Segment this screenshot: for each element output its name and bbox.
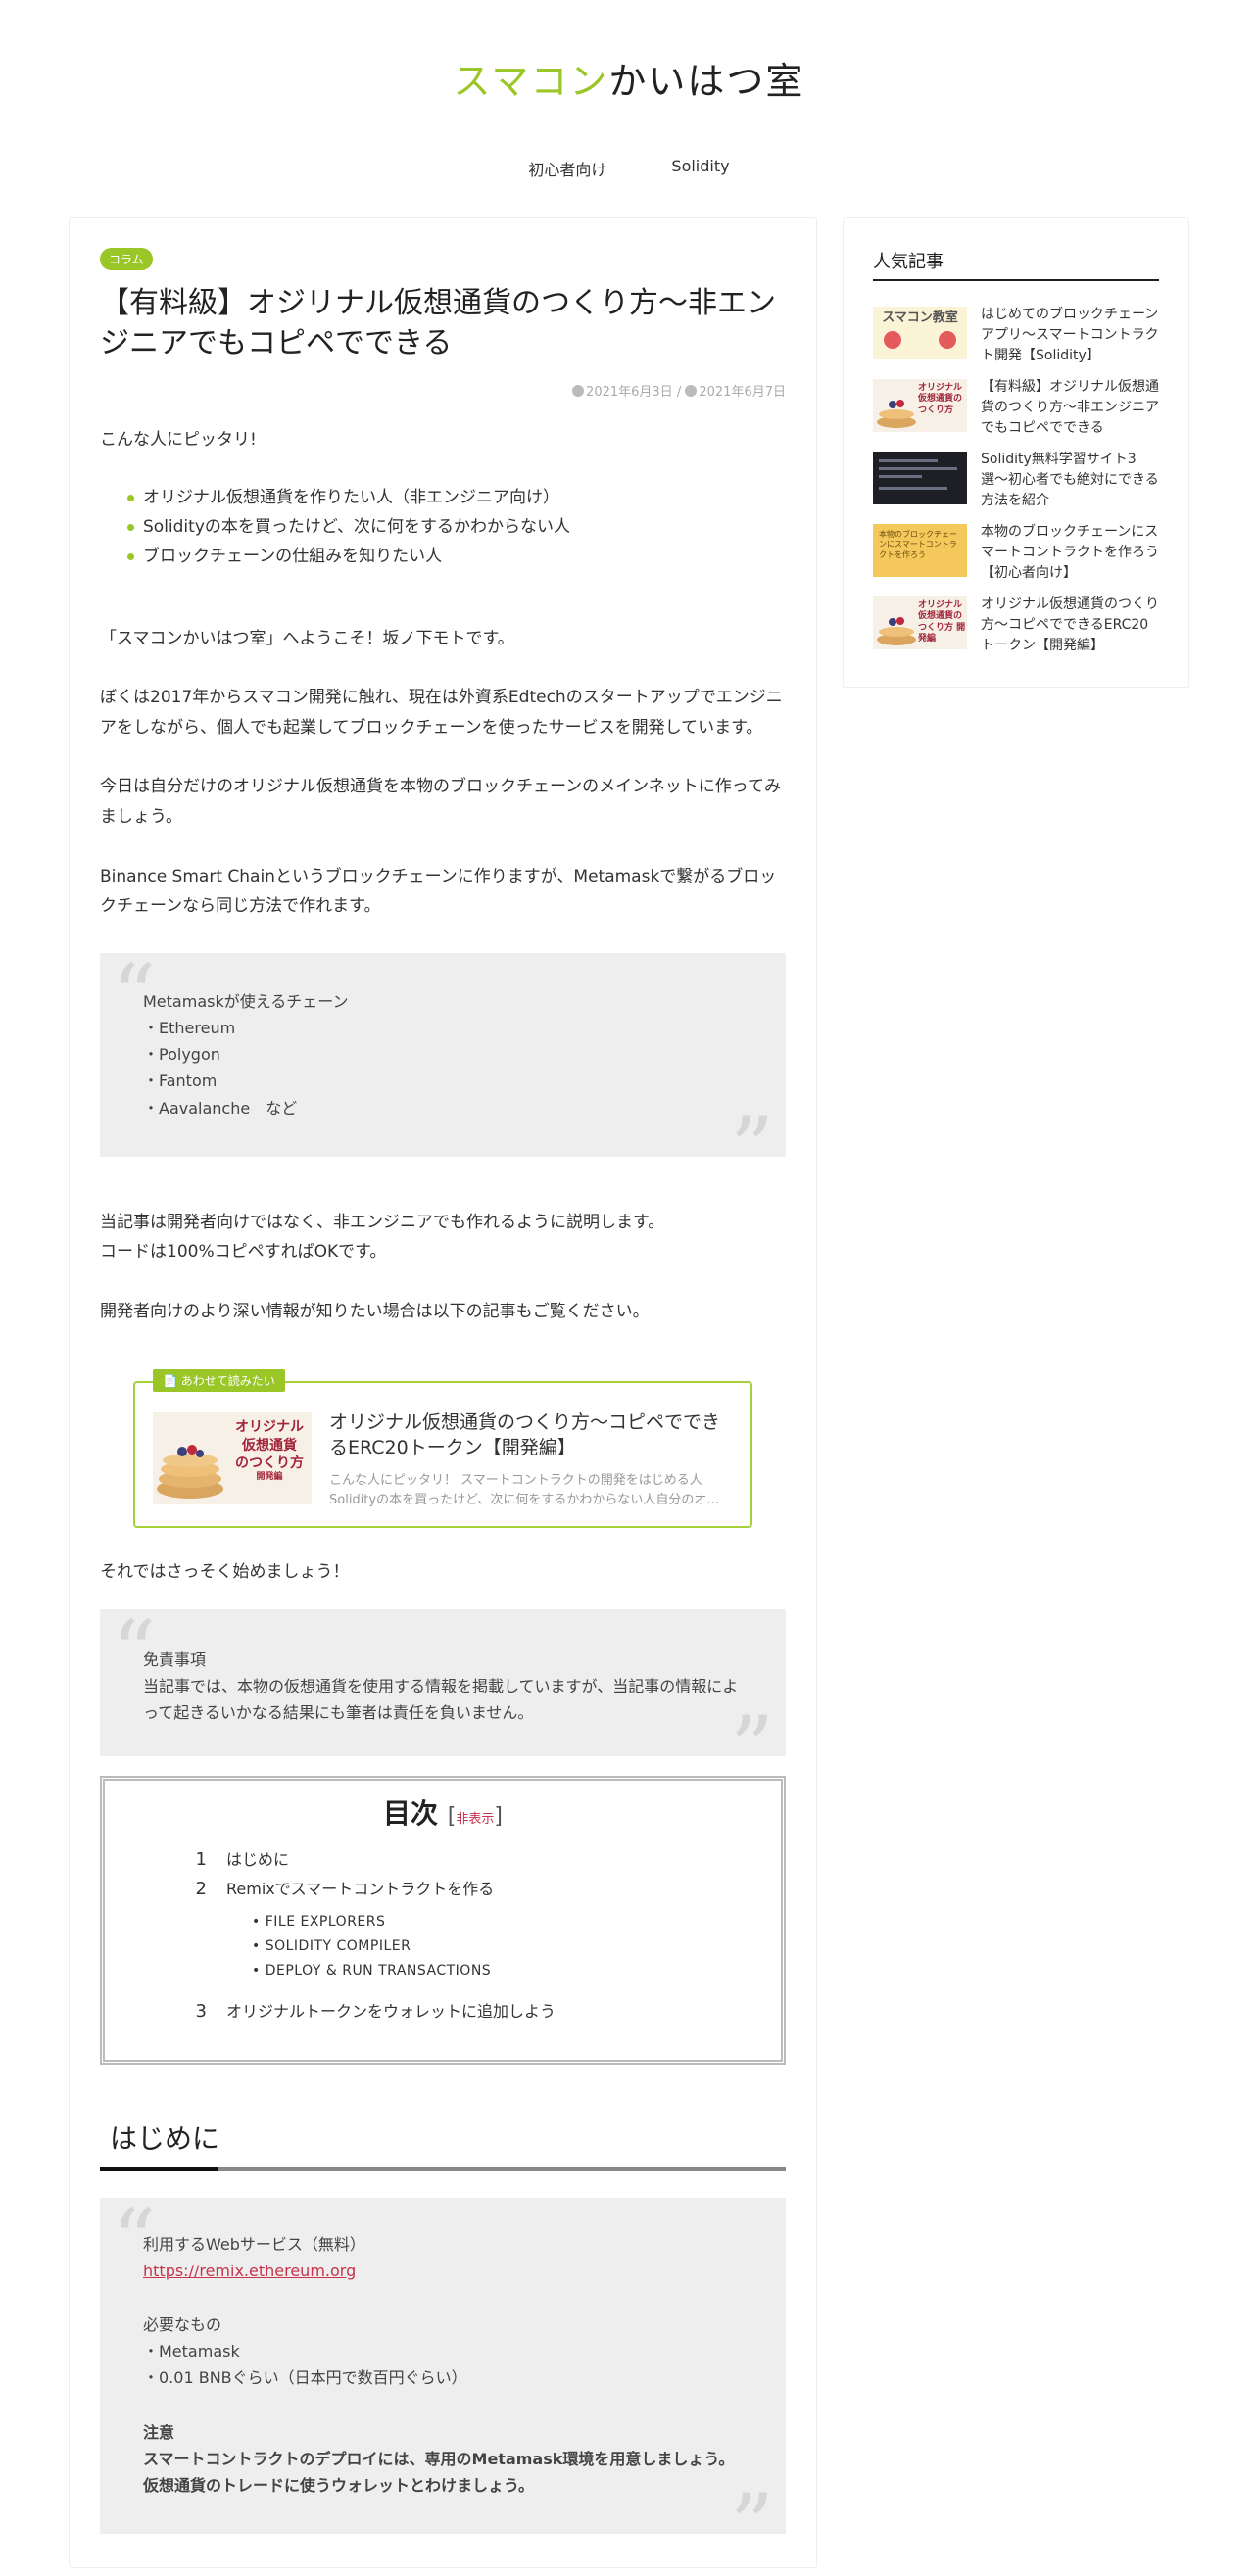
toc-title: 目次	[383, 1796, 439, 1830]
popular-thumbnail[interactable]: オリジナル仮想通貨のつくり方 開発編	[873, 596, 967, 649]
site-title-rest[interactable]: かいはつ室	[608, 60, 804, 103]
popular-item[interactable]: オリジナル仮想通貨のつくり方 開発編 オリジナル仮想通貨のつくり方〜コピペででき…	[873, 596, 1159, 653]
popular-thumbnail[interactable]: スマコン教室	[873, 307, 967, 359]
nav-item-solidity[interactable]: Solidity	[671, 157, 729, 180]
blockquote-disclaimer: “ 免責事項 当記事では、本物の仮想通貨を使用する情報を掲載していますが、当記事…	[100, 1601, 786, 1790]
thumb-text: オリジナル仮想通貨のつくり方	[918, 383, 963, 415]
list-item: オリジナル仮想通貨を作りたい人（非エンジニア向け）	[127, 483, 786, 512]
quote-close-icon: ”	[730, 1097, 774, 1199]
popular-item[interactable]: スマコン教室 はじめてのブロックチェーンアプリ〜スマートコントラクト開発【Sol…	[873, 307, 1159, 363]
service-label: 利用するWebサービス（無料）	[143, 2234, 365, 2254]
quote-open-icon: “	[112, 2189, 156, 2291]
toc-subitem[interactable]: FILE EXPLORERS	[252, 1910, 781, 1934]
blockquote-chains: “ Metamaskが使えるチェーン ・Ethereum ・Polygon ・F…	[100, 944, 786, 1191]
paragraph: コードは100%コピペすればOKです。	[100, 1242, 387, 1263]
thumb-text: のつくり方	[235, 1455, 304, 1471]
popular-item-title[interactable]: Solidity無料学習サイト3選〜初心者でも絶対にできる方法を紹介	[981, 450, 1159, 511]
related-title[interactable]: オリジナル仮想通貨のつくり方〜コピペでできるERC20トークン【開発編】	[329, 1410, 733, 1460]
related-thumbnail[interactable]: オリジナル 仮想通貨 のつくり方 開発編	[153, 1412, 312, 1505]
popular-title: 人気記事	[873, 248, 1159, 281]
thumb-text: 本物のブロックチェーンにスマートコントラクトを作ろう	[879, 530, 957, 559]
related-label: 📄 あわせて読みたい	[153, 1369, 285, 1393]
thumb-text: オリジナル仮想通貨のつくり方 開発編	[918, 600, 966, 644]
paragraph: それではさっそく始めましょう！	[100, 1562, 350, 1583]
popular-item-title[interactable]: はじめてのブロックチェーンアプリ〜スマートコントラクト開発【Solidity】	[981, 305, 1159, 366]
sidebar: 人気記事 スマコン教室 はじめてのブロックチェーンアプリ〜スマートコントラクト開…	[843, 217, 1189, 688]
thumb-text: 仮想通貨	[242, 1437, 297, 1454]
paragraph: 今日は自分だけのオリジナル仮想通貨を本物のブロックチェーンのメインネットに作って…	[100, 777, 781, 827]
needs-item: ・0.01 BNBぐらい（日本円で数百円ぐらい）	[143, 2368, 467, 2388]
target-list: オリジナル仮想通貨を作りたい人（非エンジニア向け） Solidityの本を買った…	[100, 483, 786, 571]
nav-item-beginners[interactable]: 初心者向け	[528, 157, 606, 180]
updated-date: 2021年6月7日	[699, 385, 786, 400]
quote-close-icon: ”	[730, 2475, 774, 2576]
paragraph: 開発者向けのより深い情報が知りたい場合は以下の記事もご覧ください。	[100, 1301, 650, 1321]
toc-toggle[interactable]: 非表示	[456, 1812, 494, 1827]
thumb-text: スマコン教室	[882, 310, 958, 325]
note-body: スマートコントラクトのデプロイには、専用のMetamask環境を用意しましょう。…	[143, 2449, 735, 2495]
quote-line: ・Aavalanche など	[143, 1098, 298, 1118]
popular-item-title[interactable]: オリジナル仮想通貨のつくり方〜コピペでできるERC20トークン【開発編】	[981, 595, 1159, 656]
toc-item[interactable]: 1 はじめに	[173, 1845, 781, 1875]
note-label: 注意	[143, 2422, 175, 2442]
category-badge[interactable]: コラム	[100, 248, 153, 270]
disclaimer-body: 当記事では、本物の仮想通貨を使用する情報を掲載していますが、当記事の情報によって…	[143, 1677, 739, 1723]
thumb-text: 開発編	[256, 1472, 283, 1483]
paragraph: ぼくは2017年からスマコン開発に触れ、現在は外資系Edtechのスタートアップ…	[100, 688, 783, 738]
article-dates: 2021年6月3日 / 2021年6月7日	[100, 381, 786, 400]
site-title-accent[interactable]: スマコン	[454, 60, 609, 103]
paragraph: 「スマコンかいはつ室」へようこそ！坂ノ下モトです。	[100, 628, 514, 648]
paragraph: Binance Smart Chainというブロックチェーンに作りますが、Met…	[100, 866, 777, 917]
popular-item-title[interactable]: 【有料級】オジリナル仮想通貨のつくり方〜非エンジニアでもコピペでできる	[981, 377, 1159, 439]
refresh-icon	[685, 385, 698, 397]
toc-sublist: FILE EXPLORERS SOLIDITY COMPILER DEPLOY …	[105, 1910, 781, 1983]
intro-text: こんな人にピッタリ!	[100, 430, 257, 450]
needs-item: ・Metamask	[143, 2342, 240, 2361]
popular-thumbnail[interactable]: 本物のブロックチェーンにスマートコントラクトを作ろう	[873, 524, 967, 577]
remix-link[interactable]: https://remix.ethereum.org	[143, 2262, 356, 2280]
needs-label: 必要なもの	[143, 2315, 222, 2334]
popular-thumbnail[interactable]: オリジナル仮想通貨のつくり方	[873, 379, 967, 432]
list-item: Solidityの本を買ったけど、次に何をするかわからない人	[127, 512, 786, 542]
popular-item[interactable]: オリジナル仮想通貨のつくり方 【有料級】オジリナル仮想通貨のつくり方〜非エンジニ…	[873, 379, 1159, 436]
quote-line: Metamaskが使えるチェーン	[143, 991, 349, 1011]
related-snippet: こんな人にピッタリ！ スマートコントラクトの開発をはじめる人 Solidityの…	[329, 1473, 719, 1507]
popular-item[interactable]: Solidity無料学習サイト3選〜初心者でも絶対にできる方法を紹介	[873, 452, 1159, 508]
blockquote-requirements: “ 利用するWebサービス（無料） https://remix.ethereum…	[100, 2189, 786, 2569]
article-title: 【有料級】オジリナル仮想通貨のつくり方〜非エンジニアでもコピペでできる	[100, 286, 776, 360]
thumb-text: オリジナル	[235, 1419, 304, 1436]
list-item: ブロックチェーンの仕組みを知りたい人	[127, 542, 786, 571]
toc-item[interactable]: 3 オリジナルトークンをウォレットに追加しよう	[173, 1997, 781, 2027]
published-date: 2021年6月3日	[586, 385, 673, 400]
quote-line: ・Polygon	[143, 1045, 220, 1065]
quote-line: ・Ethereum	[143, 1018, 236, 1037]
toc-subitem[interactable]: SOLIDITY COMPILER	[252, 1934, 781, 1959]
related-article-card[interactable]: 📄 あわせて読みたい オリジナル 仮想通貨 のつくり方 開発編 オリジナル仮想通…	[133, 1369, 752, 1529]
date-separator: /	[676, 385, 682, 400]
quote-open-icon: “	[112, 944, 156, 1046]
toc-item[interactable]: 2 Remixでスマートコントラクトを作る	[173, 1875, 781, 1904]
popular-thumbnail[interactable]	[873, 452, 967, 504]
table-of-contents: 目次 [非表示] 1はじめに 2Remixでスマートコントラクトを作る FILE…	[100, 1775, 786, 2065]
section-heading-intro: はじめに	[100, 2118, 786, 2171]
toc-header: 目次 [非表示]	[105, 1792, 781, 1832]
global-nav: 初心者向け Solidity	[0, 157, 1258, 180]
toc-subitem[interactable]: DEPLOY & RUN TRANSACTIONS	[252, 1959, 781, 1983]
quote-line: ・Fantom	[143, 1072, 218, 1091]
clock-icon	[572, 385, 585, 397]
paragraph: 当記事は開発者向けではなく、非エンジニアでも作れるように説明します。	[100, 1212, 665, 1232]
site-header: スマコンかいはつ室 初心者向け Solidity	[0, 0, 1258, 215]
toc-list: 3 オリジナルトークンをウォレットに追加しよう	[105, 1997, 781, 2027]
popular-item-title[interactable]: 本物のブロックチェーンにスマートコントラクトを作ろう【初心者向け】	[981, 522, 1159, 584]
toc-list: 1 はじめに 2 Remixでスマートコントラクトを作る	[105, 1845, 781, 1904]
toc-bracket: ]	[494, 1803, 503, 1829]
popular-item[interactable]: 本物のブロックチェーンにスマートコントラクトを作ろう 本物のブロックチェーンにス…	[873, 524, 1159, 581]
disclaimer-title: 免責事項	[143, 1650, 207, 1670]
article: コラム 【有料級】オジリナル仮想通貨のつくり方〜非エンジニアでもコピペでできる …	[69, 217, 817, 2569]
site-title[interactable]: スマコンかいはつ室	[0, 51, 1258, 105]
quote-open-icon: “	[112, 1601, 156, 1703]
